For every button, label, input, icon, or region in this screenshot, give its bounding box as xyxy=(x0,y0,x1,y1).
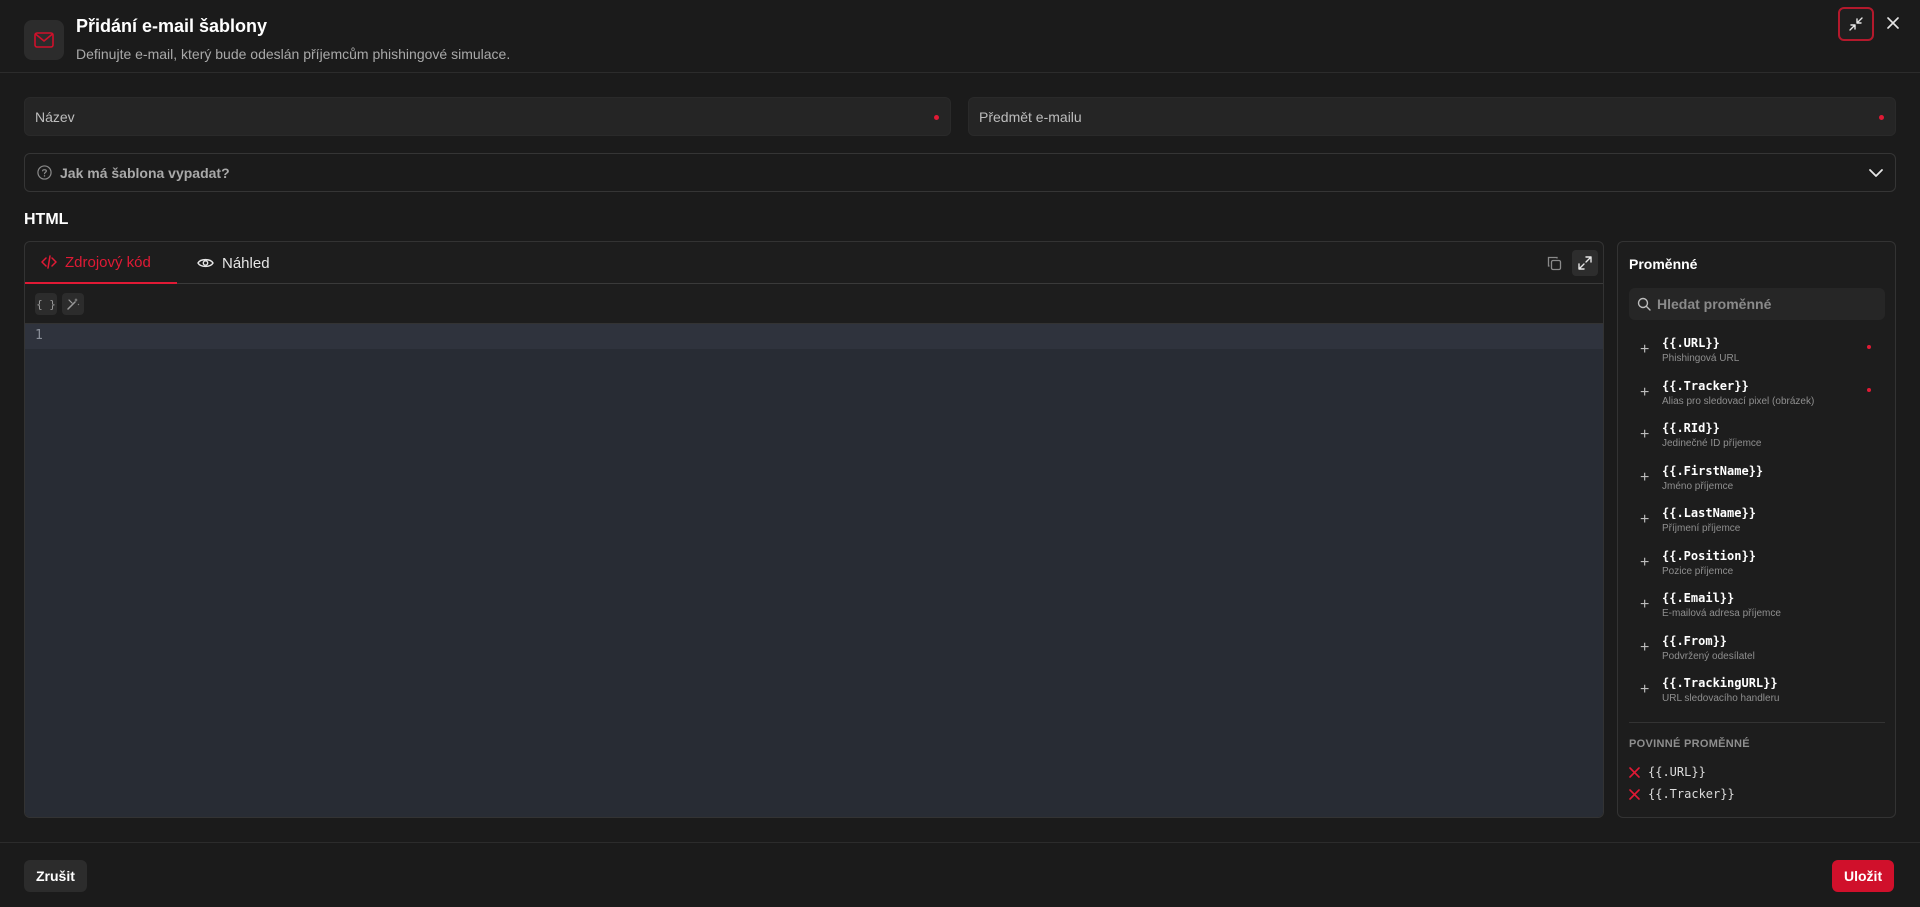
variable-name: {{.From}} xyxy=(1662,633,1728,648)
variable-description: Podvržený odesílatel xyxy=(1662,650,1755,662)
variables-search-input[interactable] xyxy=(1657,296,1877,312)
subject-input[interactable] xyxy=(979,108,1885,125)
dialog-header: Přidání e-mail šablony Definujte e-mail,… xyxy=(0,0,1920,73)
dialog-footer: Zrušit Uložit xyxy=(0,842,1920,907)
variable-description: Jedinečné ID příjemce xyxy=(1662,438,1762,449)
magic-wand-button[interactable] xyxy=(62,293,84,315)
divider xyxy=(1629,722,1885,723)
expand-editor-button[interactable] xyxy=(1572,250,1598,276)
variable-item[interactable]: + {{.URL}} Phishingová URL xyxy=(1629,334,1885,374)
variable-description: Příjmení příjemce xyxy=(1662,523,1741,534)
plus-icon: + xyxy=(1640,468,1650,486)
save-button[interactable]: Uložit xyxy=(1832,860,1895,892)
plus-icon: + xyxy=(1640,383,1650,401)
x-icon xyxy=(1629,766,1640,778)
required-variable-item: {{.URL}} xyxy=(1629,763,1706,781)
plus-icon: + xyxy=(1640,553,1650,571)
plus-icon: + xyxy=(1640,681,1650,698)
variables-title: Proměnné xyxy=(1629,256,1698,272)
dialog-title: Přidání e-mail šablony xyxy=(76,16,268,36)
minimize-button[interactable] xyxy=(1838,7,1874,41)
required-variable-name: {{.URL}} xyxy=(1648,765,1706,779)
variable-name: {{.Tracker}} xyxy=(1662,378,1749,393)
variable-item[interactable]: + {{.Email}} E-mailová adresa příjemce xyxy=(1629,589,1885,629)
required-variables-title: POVINNÉ PROMĚNNÉ xyxy=(1629,738,1750,750)
active-line: 1 xyxy=(25,324,1603,349)
plus-icon: + xyxy=(1640,426,1650,443)
plus-icon: + xyxy=(1640,596,1650,613)
variable-description: E-mailová adresa příjemce xyxy=(1662,608,1781,619)
required-variable-name: {{.Tracker}} xyxy=(1648,787,1735,801)
help-circle-icon xyxy=(37,165,52,180)
required-variable-item: {{.Tracker}} xyxy=(1629,785,1735,803)
code-icon xyxy=(41,255,57,269)
magic-wand-icon xyxy=(67,298,80,310)
required-indicator xyxy=(1867,387,1871,392)
required-indicator xyxy=(1879,115,1884,120)
variable-name: {{.RId}} xyxy=(1662,421,1720,435)
variable-item[interactable]: + {{.RId}} Jedinečné ID příjemce xyxy=(1629,419,1885,459)
subject-field-wrapper xyxy=(968,97,1896,136)
variable-description: Alias pro sledovací pixel (obrázek) xyxy=(1662,395,1815,407)
copy-button[interactable] xyxy=(1541,250,1567,276)
name-input[interactable] xyxy=(35,108,940,125)
variable-name: {{.Position}} xyxy=(1662,548,1756,563)
accordion-label: Jak má šablona vypadat? xyxy=(60,164,230,181)
tab-source-code[interactable]: Zdrojový kód xyxy=(25,242,177,284)
variable-item[interactable]: + {{.LastName}} Příjmení příjemce xyxy=(1629,504,1885,544)
variable-name: {{.LastName}} xyxy=(1662,506,1756,520)
template-help-accordion[interactable]: Jak má šablona vypadat? xyxy=(24,153,1896,192)
plus-icon: + xyxy=(1640,341,1650,358)
plus-icon: + xyxy=(1640,511,1650,528)
variable-item[interactable]: + {{.Position}} Pozice příjemce xyxy=(1629,547,1885,587)
variables-panel: Proměnné + {{.URL}} Phishingová URL + {{.Tra… xyxy=(1617,241,1896,818)
close-button[interactable] xyxy=(1882,12,1904,34)
plus-icon: + xyxy=(1640,638,1650,656)
variables-search-wrapper xyxy=(1629,288,1885,320)
variable-name: {{.FirstName}} xyxy=(1662,463,1764,478)
copy-icon xyxy=(1547,256,1561,270)
code-input-area[interactable]: 1 xyxy=(25,324,1603,817)
name-field-wrapper xyxy=(24,97,951,136)
tab-source-label: Zdrojový kód xyxy=(65,253,151,271)
html-editor: Zdrojový kód Náhled { } 1 xyxy=(24,241,1604,818)
variable-name: {{.Email}} xyxy=(1662,591,1735,605)
variable-description: Pozice příjemce xyxy=(1662,565,1734,577)
variable-item[interactable]: + {{.Tracker}} Alias pro sledovací pixel (… xyxy=(1629,377,1885,417)
chevron-down-icon xyxy=(1869,169,1883,177)
format-code-button[interactable]: { } xyxy=(35,293,57,315)
line-number: 1 xyxy=(35,328,43,343)
minimize-icon xyxy=(1849,17,1863,31)
variable-name: {{.URL}} xyxy=(1662,336,1720,350)
cancel-button[interactable]: Zrušit xyxy=(24,860,87,892)
x-icon xyxy=(1629,788,1640,800)
html-section-label: HTML xyxy=(24,211,69,228)
required-indicator xyxy=(934,115,939,120)
eye-icon xyxy=(197,258,214,268)
variable-item[interactable]: + {{.FirstName}} Jméno příjemce xyxy=(1629,462,1885,502)
editor-toolbar: { } xyxy=(25,284,1603,324)
mail-icon xyxy=(24,20,64,60)
tab-preview[interactable]: Náhled xyxy=(193,242,270,284)
required-indicator xyxy=(1867,345,1871,349)
variable-description: Phishingová URL xyxy=(1662,353,1740,364)
variable-name: {{.TrackingURL}} xyxy=(1662,676,1778,690)
search-icon xyxy=(1637,297,1651,311)
variable-description: URL sledovacího handleru xyxy=(1662,693,1780,704)
tab-preview-label: Náhled xyxy=(222,254,270,272)
variable-item[interactable]: + {{.From}} Podvržený odesílatel xyxy=(1629,632,1885,672)
expand-icon xyxy=(1578,256,1592,270)
dialog-subtitle: Definujte e-mail, který bude odeslán pří… xyxy=(76,46,511,62)
variable-description: Jméno příjemce xyxy=(1662,480,1734,492)
variable-item[interactable]: + {{.TrackingURL}} URL sledovacího handler… xyxy=(1629,674,1885,714)
close-icon xyxy=(1887,17,1899,29)
editor-tabs: Zdrojový kód Náhled xyxy=(25,242,1603,284)
